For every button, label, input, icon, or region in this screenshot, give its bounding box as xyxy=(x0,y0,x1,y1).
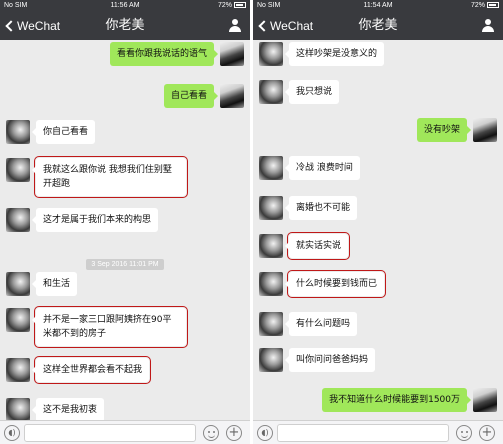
message-bubble[interactable]: 什么时候要到钱而已 xyxy=(284,270,387,298)
message-bubble[interactable]: 这样吵架是没意义的 xyxy=(284,42,385,66)
message-bubble[interactable]: 自己看看 xyxy=(163,84,219,108)
message-bubble[interactable]: 冷战 浪费时间 xyxy=(285,156,360,180)
avatar[interactable] xyxy=(259,80,283,104)
message-bubble[interactable]: 没有吵架 xyxy=(416,118,472,142)
emoji-icon[interactable] xyxy=(456,425,472,441)
avatar[interactable] xyxy=(6,208,30,232)
battery-indicator: 72% xyxy=(218,0,246,12)
avatar[interactable] xyxy=(6,272,30,296)
message-bubble[interactable]: 和生活 xyxy=(31,272,78,296)
nav-bar: WeChat 你老美 xyxy=(253,12,503,40)
message-row: 有什么问题吗 xyxy=(253,312,503,344)
message-row: 我不知道什么时候能要到1500万 xyxy=(253,388,503,420)
status-bar: No SIM 11:54 AM 72% xyxy=(253,0,503,12)
clock: 11:56 AM xyxy=(110,2,140,9)
message-row: 冷战 浪费时间 xyxy=(253,156,503,188)
avatar[interactable] xyxy=(259,42,283,66)
message-bubble[interactable]: 并不是一家三口跟阿姨挤在90平米都不到的房子 xyxy=(32,306,188,348)
battery-percent: 72% xyxy=(470,2,485,9)
message-row: 看看你跟我说话的语气 xyxy=(0,42,250,74)
avatar[interactable] xyxy=(473,388,497,412)
avatar[interactable] xyxy=(6,120,30,144)
message-row: 和生活 xyxy=(0,272,250,304)
message-bubble[interactable]: 我只想说 xyxy=(284,80,340,104)
message-row: 离婚也不可能 xyxy=(253,196,503,228)
avatar[interactable] xyxy=(259,156,283,180)
nav-bar: WeChat 你老美 xyxy=(0,12,250,40)
avatar[interactable] xyxy=(6,398,30,422)
person-icon[interactable] xyxy=(228,19,242,33)
message-row: 叫你问问爸爸妈妈 xyxy=(253,348,503,380)
left-chat-screen: No SIM 11:56 AM 72% WeChat 你老美 看看你跟我说话的语… xyxy=(0,0,250,444)
message-row: 什么时候要到钱而已 xyxy=(253,270,503,304)
message-row: 这样全世界都会看不起我 xyxy=(0,356,250,390)
message-row: 没有吵架 xyxy=(253,118,503,150)
message-row: 我就这么跟你说 我想我们住别墅 开超跑 xyxy=(0,156,250,198)
avatar[interactable] xyxy=(6,358,30,382)
status-bar: No SIM 11:56 AM 72% xyxy=(0,0,250,12)
message-bubble[interactable]: 这才是属于我们本来的构思 xyxy=(31,208,159,232)
battery-percent: 72% xyxy=(217,2,232,9)
message-input[interactable] xyxy=(24,424,196,442)
plus-icon[interactable]: + xyxy=(479,425,495,441)
avatar[interactable] xyxy=(6,308,30,332)
avatar[interactable] xyxy=(259,312,283,336)
input-bar: ◖) + xyxy=(253,420,503,444)
person-icon[interactable] xyxy=(481,19,495,33)
timestamp: 3 Sep 2016 11:01 PM xyxy=(0,251,250,270)
message-row: 这样吵架是没意义的 xyxy=(253,42,503,74)
battery-indicator: 72% xyxy=(471,0,499,12)
message-bubble[interactable]: 看看你跟我说话的语气 xyxy=(109,42,219,66)
avatar[interactable] xyxy=(259,196,283,220)
message-bubble[interactable]: 你自己看看 xyxy=(31,120,96,144)
chat-title: 你老美 xyxy=(358,18,398,33)
input-bar: ◖) + xyxy=(0,420,250,444)
battery-icon xyxy=(234,2,246,8)
chat-title: 你老美 xyxy=(105,18,145,33)
message-row: 你自己看看 xyxy=(0,120,250,152)
message-bubble[interactable]: 这不是我初衷 xyxy=(31,398,105,422)
message-bubble[interactable]: 我不知道什么时候能要到1500万 xyxy=(322,388,471,412)
avatar[interactable] xyxy=(6,158,30,182)
voice-icon[interactable]: ◖) xyxy=(257,425,273,441)
message-row: 就实话实说 xyxy=(253,232,503,266)
avatar[interactable] xyxy=(473,118,497,142)
message-row: 并不是一家三口跟阿姨挤在90平米都不到的房子 xyxy=(0,306,250,348)
battery-icon xyxy=(487,2,499,8)
message-bubble[interactable]: 叫你问问爸爸妈妈 xyxy=(284,348,376,372)
timestamp-label: 3 Sep 2016 11:01 PM xyxy=(86,259,164,270)
message-row: 我只想说 xyxy=(253,80,503,112)
message-bubble[interactable]: 我就这么跟你说 我想我们住别墅 开超跑 xyxy=(32,156,188,198)
right-chat-screen: No SIM 11:54 AM 72% WeChat 你老美 这样吵架是没意义的… xyxy=(253,0,503,444)
emoji-icon[interactable] xyxy=(203,425,219,441)
avatar[interactable] xyxy=(259,234,283,258)
message-input[interactable] xyxy=(277,424,449,442)
avatar[interactable] xyxy=(220,84,244,108)
avatar[interactable] xyxy=(259,272,283,296)
message-row: 这才是属于我们本来的构思 xyxy=(0,208,250,240)
voice-icon[interactable]: ◖) xyxy=(4,425,20,441)
avatar[interactable] xyxy=(259,348,283,372)
message-bubble[interactable]: 有什么问题吗 xyxy=(284,312,358,336)
message-bubble[interactable]: 这样全世界都会看不起我 xyxy=(31,356,152,384)
clock: 11:54 AM xyxy=(363,2,393,9)
plus-icon[interactable]: + xyxy=(226,425,242,441)
message-row: 自己看看 xyxy=(0,84,250,116)
avatar[interactable] xyxy=(220,42,244,66)
message-bubble[interactable]: 就实话实说 xyxy=(284,232,351,260)
message-bubble[interactable]: 离婚也不可能 xyxy=(284,196,358,220)
